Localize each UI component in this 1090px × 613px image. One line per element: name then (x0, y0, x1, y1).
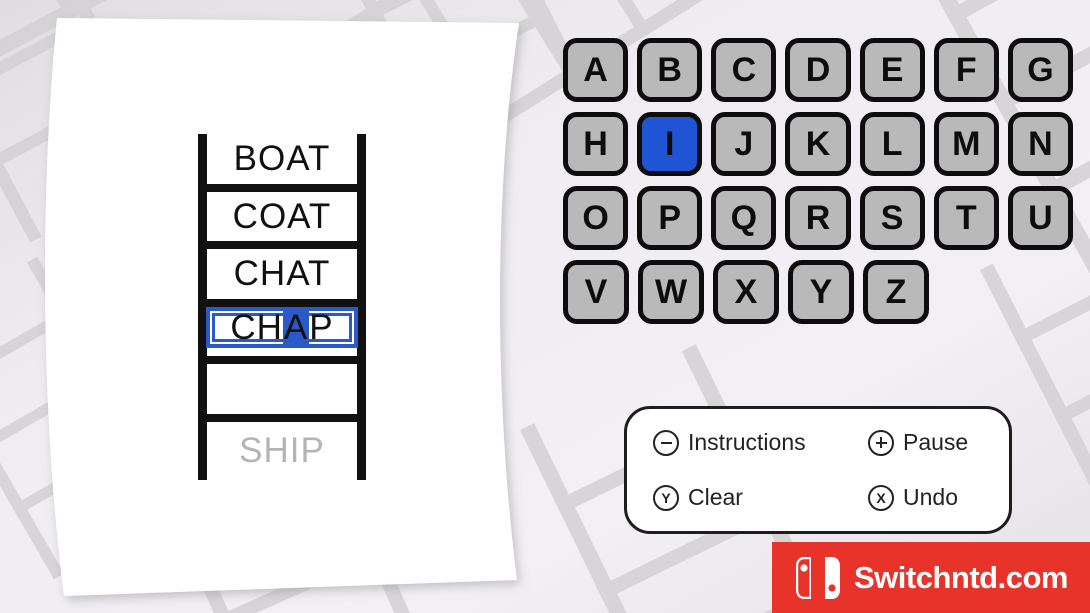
ladder-rungs: BOAT COAT CHAT CHAP SHIP (206, 134, 358, 480)
key-m[interactable]: M (933, 112, 999, 176)
key-o[interactable]: O (563, 186, 629, 250)
keyboard-row-3: VWXYZ (563, 260, 1073, 324)
ladder-word-1: COAT (232, 196, 332, 236)
game-screen: BOAT COAT CHAT CHAP SHIP ABCDEFGHIJKLMNO… (0, 0, 1090, 613)
key-s[interactable]: S (859, 186, 925, 250)
ladder-word-0: BOAT (233, 139, 331, 179)
hint-undo[interactable]: X Undo (868, 484, 1009, 511)
key-p[interactable]: P (637, 186, 703, 250)
letter-cursor: A (282, 308, 310, 348)
key-b[interactable]: B (637, 38, 703, 102)
ladder-word-5: SHIP (239, 431, 325, 471)
key-h[interactable]: H (563, 112, 629, 176)
keyboard-row-0: ABCDEFG (563, 38, 1073, 102)
key-j[interactable]: J (711, 112, 777, 176)
hint-instructions[interactable]: Instructions (653, 429, 868, 456)
key-e[interactable]: E (859, 38, 925, 102)
keyboard-row-2: OPQRSTU (563, 186, 1073, 250)
key-f[interactable]: F (933, 38, 999, 102)
ladder-row-0[interactable]: BOAT (207, 134, 357, 192)
key-g[interactable]: G (1007, 38, 1073, 102)
selection-frame: CHAP (206, 306, 358, 349)
key-i[interactable]: I (637, 112, 703, 176)
letter-0: C (230, 308, 257, 348)
hint-label: Clear (688, 484, 743, 510)
ladder-word-2: CHAT (233, 254, 331, 294)
keyboard-row-1: HIJKLMN (563, 112, 1073, 176)
ladder-rail-right (357, 134, 366, 480)
y-button-icon: Y (653, 484, 679, 511)
key-a[interactable]: A (563, 38, 629, 102)
watermark-banner: Switchntd.com (772, 542, 1090, 613)
key-d[interactable]: D (785, 38, 851, 102)
key-r[interactable]: R (785, 186, 851, 250)
letter-1: H (256, 308, 283, 348)
hint-label: Undo (903, 484, 958, 510)
key-l[interactable]: L (859, 112, 925, 176)
key-t[interactable]: T (933, 186, 999, 250)
hint-clear[interactable]: Y Clear (653, 484, 868, 511)
key-q[interactable]: Q (711, 186, 777, 250)
ladder-row-5-target: SHIP (207, 422, 357, 480)
on-screen-keyboard[interactable]: ABCDEFG HIJKLMN OPQRSTU VWXYZ (563, 38, 1073, 334)
nintendo-switch-logo-icon (796, 556, 840, 599)
key-x[interactable]: X (713, 260, 779, 324)
minus-button-icon (653, 429, 679, 456)
plus-button-icon (868, 429, 894, 456)
key-z[interactable]: Z (863, 260, 929, 324)
ladder-row-2[interactable]: CHAT (207, 249, 357, 307)
ladder-row-1[interactable]: COAT (207, 192, 357, 250)
hint-label: Pause (903, 429, 969, 455)
key-v[interactable]: V (563, 260, 629, 324)
key-k[interactable]: K (785, 112, 851, 176)
ladder-row-4-empty[interactable] (207, 364, 357, 422)
hint-pause[interactable]: Pause (868, 429, 1009, 456)
key-u[interactable]: U (1007, 186, 1073, 250)
button-hints-panel: Instructions Pause Y Clear X Undo (624, 406, 1012, 534)
key-c[interactable]: C (711, 38, 777, 102)
word-ladder: BOAT COAT CHAT CHAP SHIP (198, 134, 366, 480)
ladder-word-3: CHAP (230, 308, 334, 348)
watermark-text: Switchntd.com (854, 560, 1068, 595)
key-w[interactable]: W (638, 260, 704, 324)
key-y[interactable]: Y (788, 260, 854, 324)
x-button-icon: X (868, 484, 894, 511)
ladder-row-3-selected[interactable]: CHAP (206, 306, 358, 365)
key-n[interactable]: N (1007, 112, 1073, 176)
letter-3: P (309, 308, 334, 348)
hint-label: Instructions (688, 429, 806, 455)
